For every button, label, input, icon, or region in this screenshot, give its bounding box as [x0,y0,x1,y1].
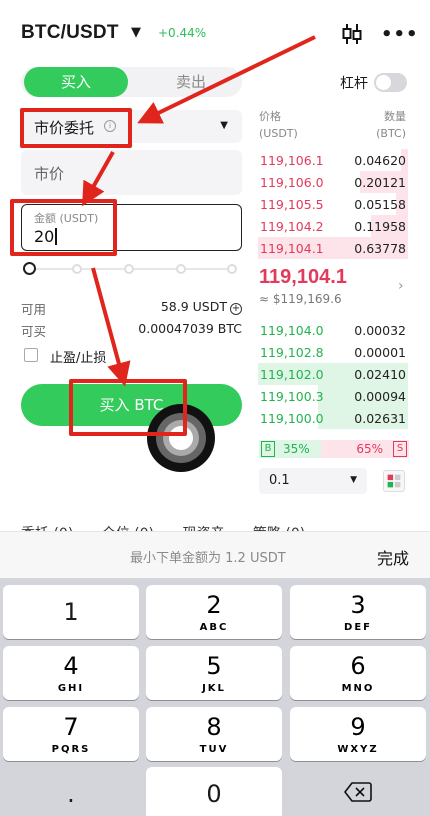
bid-qty: 0.02631 [354,411,406,426]
buy-sell-ratio-bar: B 35% 65% S [259,440,409,458]
key-3-label: 3 [350,591,366,619]
ask-price: 119,106.1 [260,153,324,168]
key-2-label: 2 [206,591,222,619]
key-2-letters: ABC [199,622,229,633]
bid-row[interactable]: 119,102.8 0.00001 [258,341,408,363]
key-4-label: 4 [63,652,79,680]
key-4-letters: GHI [57,683,85,694]
ask-qty: 0.11958 [354,219,406,234]
ask-price: 119,104.1 [260,241,324,256]
arrow-to-submit [91,267,131,387]
arrow-to-order-type [137,35,316,124]
bid-row[interactable]: 119,100.3 0.00094 [258,385,408,407]
bid-row[interactable]: 119,102.0 0.02410 [258,363,408,385]
key-6-label: 6 [350,652,366,680]
bid-qty: 0.00094 [354,389,406,404]
key-7-letters: PQRS [51,744,91,755]
orderbook-layout-icon[interactable] [383,470,405,492]
keyboard-accessory-bar: 最小下单金额为 1.2 USDT 完成 [0,531,430,578]
bid-qty: 0.02410 [354,367,406,382]
key-7-label: 7 [63,713,79,741]
bid-qty: 0.00001 [354,345,406,360]
depth-precision-value: 0.1 [269,473,290,488]
key-2[interactable]: 2 ABC [146,585,282,639]
ask-price: 119,105.5 [260,197,324,212]
buy-ratio: 35% [283,442,310,456]
bid-qty: 0.00032 [354,323,406,338]
done-button[interactable]: 完成 [377,545,409,569]
key-1-label: 1 [63,598,79,626]
qty-header-unit: (BTC) [376,127,406,140]
key-8[interactable]: 8 TUV [146,707,282,761]
sell-tag: S [393,441,407,457]
key-9[interactable]: 9 WXYZ [290,707,426,761]
ask-qty: 0.63778 [354,241,406,256]
bid-price: 119,102.0 [260,367,324,382]
key-6-letters: MNO [341,683,375,694]
key-9-label: 9 [350,713,366,741]
key-9-letters: WXYZ [337,744,379,755]
key-8-letters: TUV [199,744,229,755]
orderbook-qty-header: 数量 (BTC) [370,108,406,142]
bid-row[interactable]: 119,104.0 0.00032 [258,319,408,341]
bid-price: 119,102.8 [260,345,324,360]
backspace-icon [344,782,372,802]
key-3-letters: DEF [344,622,372,633]
key-6[interactable]: 6 MNO [290,646,426,700]
orderbook-price-header: 价格 (USDT) [259,108,298,142]
key-4[interactable]: 4 GHI [3,646,139,700]
price-header-label: 价格 [259,110,281,123]
ask-qty: 0.05158 [354,197,406,212]
chevron-right-icon[interactable]: › [398,278,404,294]
ask-row[interactable]: 119,104.2 0.11958 [258,215,408,237]
key-7[interactable]: 7 PQRS [3,707,139,761]
bid-price: 119,100.3 [260,389,324,404]
bid-row[interactable]: 119,100.0 0.02631 [258,407,408,429]
buy-tag: B [261,441,275,457]
key-0[interactable]: 0 [146,767,282,816]
depth-precision-select[interactable]: 0.1 ▼ [259,468,367,494]
ask-price: 119,106.0 [260,175,324,190]
key-8-label: 8 [206,713,222,741]
key-1[interactable]: 1 [3,585,139,639]
ask-row[interactable]: 119,106.1 0.04620 [258,149,408,171]
key-5-label: 5 [206,652,222,680]
bid-price: 119,104.0 [260,323,324,338]
fiat-price: ≈ $119,169.6 [259,292,342,306]
last-price[interactable]: 119,104.1 [259,266,347,289]
key-5[interactable]: 5 JKL [146,646,282,700]
arrow-to-amount [82,151,115,207]
key-dot[interactable]: . [3,767,139,816]
ask-qty: 0.20121 [354,175,406,190]
ask-qty: 0.04620 [354,153,406,168]
key-3[interactable]: 3 DEF [290,585,426,639]
min-order-hint: 最小下单金额为 1.2 USDT [130,551,286,566]
sell-ratio: 65% [356,442,383,456]
ask-price: 119,104.2 [260,219,324,234]
ask-row[interactable]: 119,106.0 0.20121 [258,171,408,193]
key-dot-label: . [67,780,75,808]
numeric-keyboard: 1 2 ABC 3 DEF 4 GHI 5 JKL 6 MNO 7 PQRS 8… [0,578,430,816]
ask-row[interactable]: 119,105.5 0.05158 [258,193,408,215]
qty-header-label: 数量 [384,110,406,123]
ask-row[interactable]: 119,104.1 0.63778 [258,237,408,259]
key-0-label: 0 [206,780,222,808]
chevron-down-icon: ▼ [350,475,357,485]
key-5-letters: JKL [202,683,226,694]
price-header-unit: (USDT) [259,127,298,140]
bid-price: 119,100.0 [260,411,324,426]
key-delete[interactable] [290,767,426,816]
